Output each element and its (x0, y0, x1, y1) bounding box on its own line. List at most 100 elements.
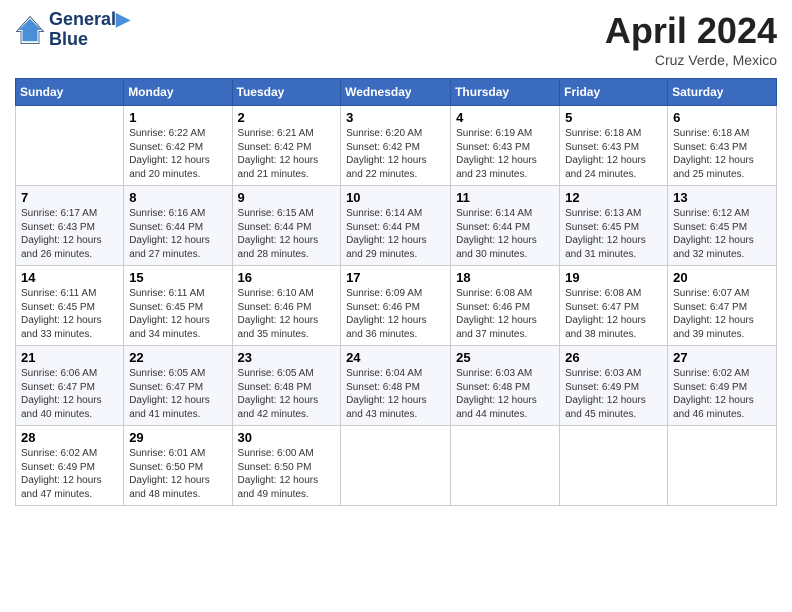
day-number: 15 (129, 270, 226, 285)
calendar-cell: 7 Sunrise: 6:17 AMSunset: 6:43 PMDaylight… (16, 186, 124, 266)
calendar-cell: 30 Sunrise: 6:00 AMSunset: 6:50 PMDayligh… (232, 426, 341, 506)
day-number: 14 (21, 270, 118, 285)
header-row: SundayMondayTuesdayWednesdayThursdayFrid… (16, 79, 777, 106)
calendar-cell: 2 Sunrise: 6:21 AMSunset: 6:42 PMDaylight… (232, 106, 341, 186)
day-number: 2 (238, 110, 336, 125)
cell-details: Sunrise: 6:08 AMSunset: 6:46 PMDaylight:… (456, 287, 554, 341)
calendar-cell (668, 426, 777, 506)
day-number: 12 (565, 190, 662, 205)
calendar-week-row: 21 Sunrise: 6:06 AMSunset: 6:47 PMDayligh… (16, 346, 777, 426)
day-number: 16 (238, 270, 336, 285)
day-number: 6 (673, 110, 771, 125)
day-number: 20 (673, 270, 771, 285)
month-title: April 2024 (605, 10, 777, 52)
calendar-cell: 28 Sunrise: 6:02 AMSunset: 6:49 PMDayligh… (16, 426, 124, 506)
calendar-cell: 4Sunrise: 6:19 AMSunset: 6:43 PMDaylight… (451, 106, 560, 186)
day-number: 13 (673, 190, 771, 205)
cell-details: Sunrise: 6:12 AMSunset: 6:45 PMDaylight:… (673, 207, 771, 261)
calendar-cell: 27Sunrise: 6:02 AMSunset: 6:49 PMDayligh… (668, 346, 777, 426)
cell-details: Sunrise: 6:18 AMSunset: 6:43 PMDaylight:… (673, 127, 771, 181)
cell-details: Sunrise: 6:10 AMSunset: 6:46 PMDaylight:… (238, 287, 336, 341)
day-number: 7 (21, 190, 118, 205)
day-number: 9 (238, 190, 336, 205)
day-number: 18 (456, 270, 554, 285)
calendar-cell: 20 Sunrise: 6:07 AMSunset: 6:47 PMDayligh… (668, 266, 777, 346)
cell-details: Sunrise: 6:02 AMSunset: 6:49 PMDaylight:… (21, 447, 118, 501)
calendar-cell (560, 426, 668, 506)
day-number: 25 (456, 350, 554, 365)
calendar-cell: 11 Sunrise: 6:14 AMSunset: 6:44 PMDayligh… (451, 186, 560, 266)
cell-details: Sunrise: 6:11 AMSunset: 6:45 PMDaylight:… (129, 287, 226, 341)
day-number: 22 (129, 350, 226, 365)
calendar-cell: 14 Sunrise: 6:11 AMSunset: 6:45 PMDayligh… (16, 266, 124, 346)
cell-details: Sunrise: 6:14 AMSunset: 6:44 PMDaylight:… (346, 207, 445, 261)
cell-details: Sunrise: 6:05 AMSunset: 6:48 PMDaylight:… (238, 367, 336, 421)
cell-details: Sunrise: 6:03 AMSunset: 6:48 PMDaylight:… (456, 367, 554, 421)
day-number: 19 (565, 270, 662, 285)
day-header: Monday (124, 79, 232, 106)
day-number: 29 (129, 430, 226, 445)
day-number: 28 (21, 430, 118, 445)
cell-details: Sunrise: 6:14 AMSunset: 6:44 PMDaylight:… (456, 207, 554, 261)
calendar-cell: 19 Sunrise: 6:08 AMSunset: 6:47 PMDayligh… (560, 266, 668, 346)
calendar-week-row: 1 Sunrise: 6:22 AMSunset: 6:42 PMDaylight… (16, 106, 777, 186)
cell-details: Sunrise: 6:08 AMSunset: 6:47 PMDaylight:… (565, 287, 662, 341)
location: Cruz Verde, Mexico (605, 52, 777, 68)
day-number: 17 (346, 270, 445, 285)
calendar-cell: 12Sunrise: 6:13 AMSunset: 6:45 PMDayligh… (560, 186, 668, 266)
day-number: 1 (129, 110, 226, 125)
cell-details: Sunrise: 6:21 AMSunset: 6:42 PMDaylight:… (238, 127, 336, 181)
calendar-cell: 16 Sunrise: 6:10 AMSunset: 6:46 PMDayligh… (232, 266, 341, 346)
day-number: 24 (346, 350, 445, 365)
cell-details: Sunrise: 6:06 AMSunset: 6:47 PMDaylight:… (21, 367, 118, 421)
cell-details: Sunrise: 6:16 AMSunset: 6:44 PMDaylight:… (129, 207, 226, 261)
cell-details: Sunrise: 6:01 AMSunset: 6:50 PMDaylight:… (129, 447, 226, 501)
cell-details: Sunrise: 6:20 AMSunset: 6:42 PMDaylight:… (346, 127, 445, 181)
calendar-week-row: 14 Sunrise: 6:11 AMSunset: 6:45 PMDayligh… (16, 266, 777, 346)
day-number: 11 (456, 190, 554, 205)
cell-details: Sunrise: 6:18 AMSunset: 6:43 PMDaylight:… (565, 127, 662, 181)
calendar-week-row: 28 Sunrise: 6:02 AMSunset: 6:49 PMDayligh… (16, 426, 777, 506)
cell-details: Sunrise: 6:00 AMSunset: 6:50 PMDaylight:… (238, 447, 336, 501)
cell-details: Sunrise: 6:19 AMSunset: 6:43 PMDaylight:… (456, 127, 554, 181)
title-block: April 2024 Cruz Verde, Mexico (605, 10, 777, 68)
calendar-cell: 15 Sunrise: 6:11 AMSunset: 6:45 PMDayligh… (124, 266, 232, 346)
calendar-cell: 23 Sunrise: 6:05 AMSunset: 6:48 PMDayligh… (232, 346, 341, 426)
calendar-cell: 17 Sunrise: 6:09 AMSunset: 6:46 PMDayligh… (341, 266, 451, 346)
logo-text: General▶ Blue (49, 10, 130, 50)
calendar-cell (451, 426, 560, 506)
cell-details: Sunrise: 6:03 AMSunset: 6:49 PMDaylight:… (565, 367, 662, 421)
calendar-cell: 18 Sunrise: 6:08 AMSunset: 6:46 PMDayligh… (451, 266, 560, 346)
day-number: 30 (238, 430, 336, 445)
day-number: 3 (346, 110, 445, 125)
calendar-cell: 9 Sunrise: 6:15 AMSunset: 6:44 PMDaylight… (232, 186, 341, 266)
calendar-cell: 6 Sunrise: 6:18 AMSunset: 6:43 PMDaylight… (668, 106, 777, 186)
calendar-cell: 8Sunrise: 6:16 AMSunset: 6:44 PMDaylight… (124, 186, 232, 266)
day-number: 23 (238, 350, 336, 365)
calendar-cell: 21 Sunrise: 6:06 AMSunset: 6:47 PMDayligh… (16, 346, 124, 426)
cell-details: Sunrise: 6:04 AMSunset: 6:48 PMDaylight:… (346, 367, 445, 421)
calendar-cell: 24 Sunrise: 6:04 AMSunset: 6:48 PMDayligh… (341, 346, 451, 426)
calendar-cell: 3 Sunrise: 6:20 AMSunset: 6:42 PMDaylight… (341, 106, 451, 186)
calendar-cell: 5Sunrise: 6:18 AMSunset: 6:43 PMDaylight… (560, 106, 668, 186)
calendar-cell: 26Sunrise: 6:03 AMSunset: 6:49 PMDayligh… (560, 346, 668, 426)
calendar-cell (341, 426, 451, 506)
calendar-cell: 10 Sunrise: 6:14 AMSunset: 6:44 PMDayligh… (341, 186, 451, 266)
cell-details: Sunrise: 6:17 AMSunset: 6:43 PMDaylight:… (21, 207, 118, 261)
day-header: Thursday (451, 79, 560, 106)
cell-details: Sunrise: 6:22 AMSunset: 6:42 PMDaylight:… (129, 127, 226, 181)
cell-details: Sunrise: 6:09 AMSunset: 6:46 PMDaylight:… (346, 287, 445, 341)
logo: General▶ Blue (15, 10, 130, 50)
calendar-cell: 1 Sunrise: 6:22 AMSunset: 6:42 PMDaylight… (124, 106, 232, 186)
day-number: 21 (21, 350, 118, 365)
calendar-cell: 13 Sunrise: 6:12 AMSunset: 6:45 PMDayligh… (668, 186, 777, 266)
cell-details: Sunrise: 6:05 AMSunset: 6:47 PMDaylight:… (129, 367, 226, 421)
calendar-cell: 29 Sunrise: 6:01 AMSunset: 6:50 PMDayligh… (124, 426, 232, 506)
day-number: 10 (346, 190, 445, 205)
calendar-cell: 25 Sunrise: 6:03 AMSunset: 6:48 PMDayligh… (451, 346, 560, 426)
cell-details: Sunrise: 6:02 AMSunset: 6:49 PMDaylight:… (673, 367, 771, 421)
calendar-week-row: 7 Sunrise: 6:17 AMSunset: 6:43 PMDaylight… (16, 186, 777, 266)
cell-details: Sunrise: 6:11 AMSunset: 6:45 PMDaylight:… (21, 287, 118, 341)
cell-details: Sunrise: 6:15 AMSunset: 6:44 PMDaylight:… (238, 207, 336, 261)
cell-details: Sunrise: 6:07 AMSunset: 6:47 PMDaylight:… (673, 287, 771, 341)
